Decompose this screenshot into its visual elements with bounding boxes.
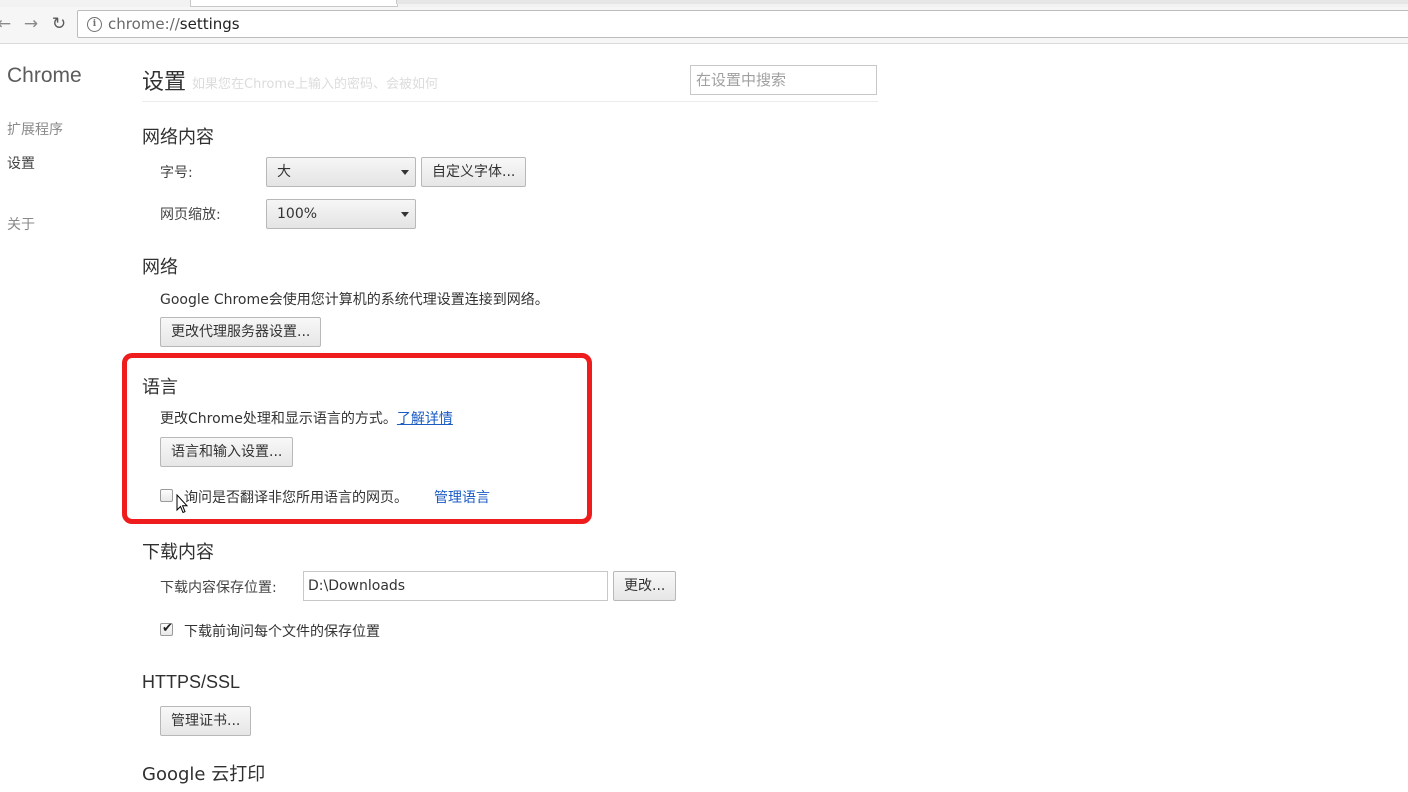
sidebar-item-settings[interactable]: 设置 <box>7 153 35 173</box>
faded-notice-text: 如果您在Chrome上输入的密码、会被如何 <box>192 77 438 92</box>
ask-location-checkbox[interactable]: ✔ <box>160 621 173 636</box>
url-path: settings <box>179 15 240 33</box>
section-title-cloud-print: Google 云打印 <box>142 764 266 785</box>
change-location-button[interactable]: 更改... <box>613 571 677 601</box>
section-title-network: 网络 <box>142 257 178 278</box>
section-title-downloads: 下载内容 <box>142 542 214 563</box>
font-size-label: 字号: <box>160 165 193 181</box>
download-location-field[interactable]: D:\Downloads <box>303 571 608 601</box>
checkmark-icon: ✔ <box>162 621 173 636</box>
zoom-select[interactable]: 100% <box>266 199 416 229</box>
info-icon[interactable]: i <box>87 17 102 32</box>
chevron-down-icon <box>401 170 409 175</box>
zoom-value: 100% <box>277 206 318 222</box>
reload-icon[interactable]: ↻ <box>47 12 71 36</box>
tab-active[interactable] <box>190 0 398 7</box>
page-title: 设置 <box>142 70 187 95</box>
section-title-https: HTTPS/SSL <box>142 672 241 692</box>
network-description: Google Chrome会使用您计算机的系统代理设置连接到网络。 <box>160 292 549 308</box>
url-text[interactable]: chrome://settings <box>108 15 240 33</box>
ask-location-label[interactable]: 下载前询问每个文件的保存位置 <box>184 621 380 641</box>
sidebar-item-extensions[interactable]: 扩展程序 <box>7 119 63 139</box>
address-bar[interactable]: i chrome://settings <box>77 10 1408 38</box>
header-divider <box>142 101 878 102</box>
tab-inactive[interactable] <box>396 0 1408 4</box>
zoom-label: 网页缩放: <box>160 207 221 223</box>
manage-certificates-button[interactable]: 管理证书... <box>160 706 252 736</box>
font-size-select[interactable]: 大 <box>266 157 416 187</box>
proxy-settings-button[interactable]: 更改代理服务器设置... <box>160 317 322 347</box>
font-size-value: 大 <box>277 164 291 180</box>
sidebar-item-about[interactable]: 关于 <box>7 214 35 234</box>
browser-toolbar: ← → ↻ i chrome://settings <box>0 7 1408 44</box>
mouse-cursor-icon <box>176 494 188 514</box>
highlight-annotation <box>122 353 592 524</box>
url-scheme: chrome:// <box>108 15 180 33</box>
section-title-web-content: 网络内容 <box>142 127 214 148</box>
chevron-down-icon <box>401 212 409 217</box>
custom-fonts-button[interactable]: 自定义字体... <box>421 157 527 187</box>
arrow-left-icon[interactable]: ← <box>0 12 16 36</box>
download-location-label: 下载内容保存位置: <box>160 580 277 596</box>
search-input[interactable] <box>690 65 877 95</box>
arrow-right-icon[interactable]: → <box>19 12 43 36</box>
brand-title: Chrome <box>7 64 82 87</box>
